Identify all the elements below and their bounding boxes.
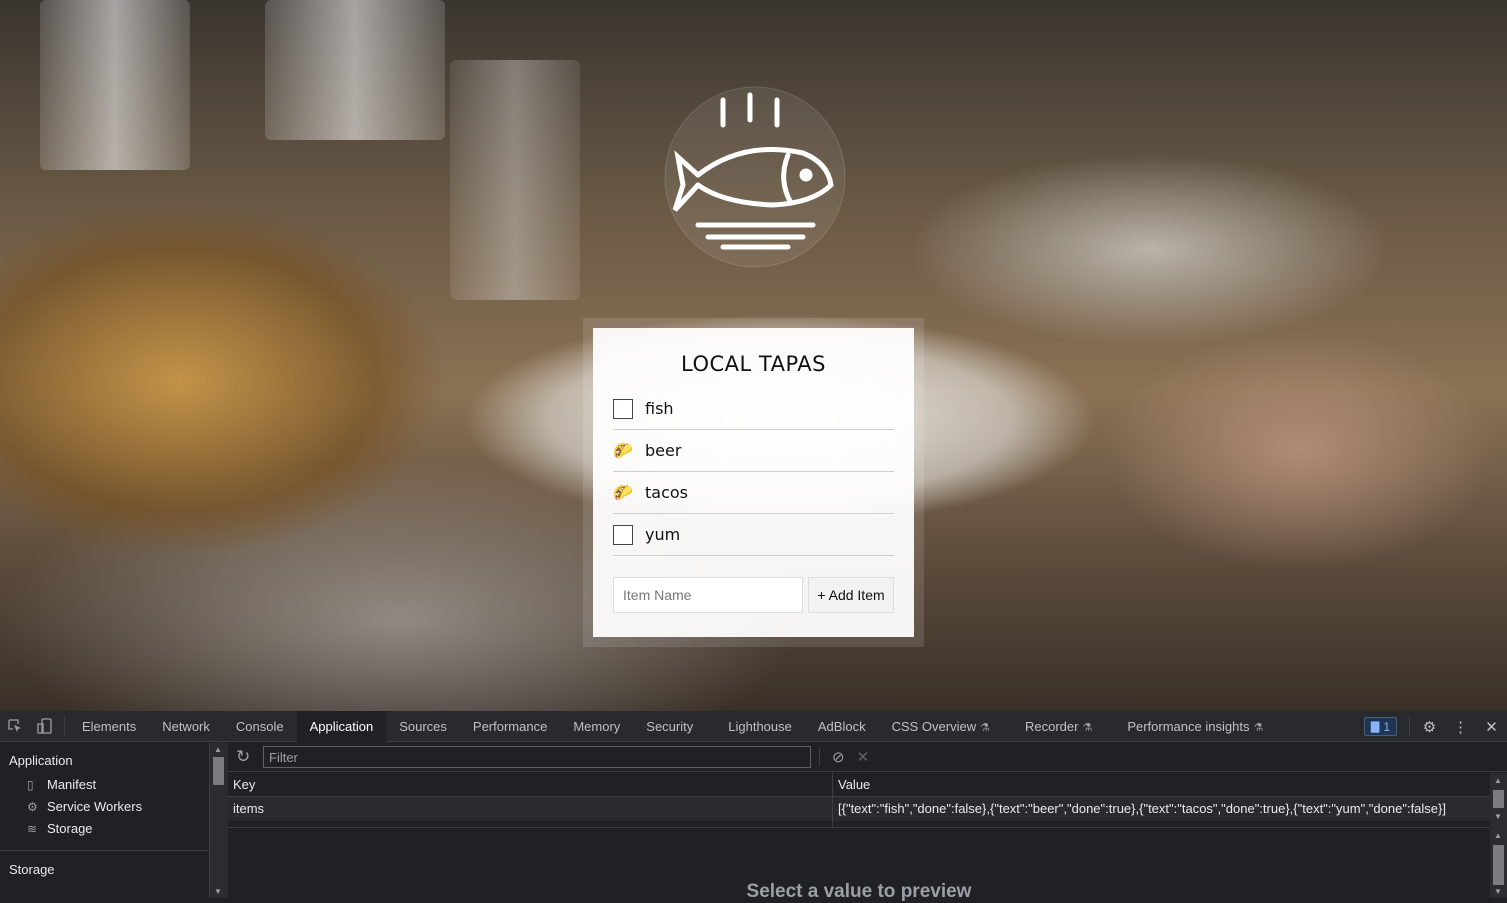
item-label: tacos [645,483,688,502]
list-item[interactable]: yum [613,514,894,556]
table-scrollbar[interactable]: ▲ ▼ ▲ ▼ [1490,773,1507,898]
column-header-value[interactable]: Value [833,773,1490,796]
checkbox-unchecked-icon[interactable] [613,524,633,545]
tab-separator [64,717,65,735]
checkbox-unchecked-icon[interactable] [613,398,633,419]
plates-list: fish 🌮 beer 🌮 tacos yum [613,388,894,556]
sidebar-item-label: Service Workers [47,799,143,814]
table-filler [228,821,1490,828]
settings-gear-icon[interactable]: ⚙ [1414,718,1445,736]
list-item[interactable]: fish [613,388,894,430]
filler-cell [228,821,833,827]
sidebar-heading-application[interactable]: Application [0,748,209,774]
issues-badge[interactable]: ▇ 1 [1363,717,1397,736]
cell-value[interactable]: [{"text":"fish","done":false},{"text":"b… [833,797,1490,821]
clear-all-icon[interactable]: ⊘ [832,748,845,766]
sidebar-scrollbar[interactable]: ▲ ▼ [210,743,228,898]
wine-glass-left [40,0,190,170]
filter-input[interactable] [263,746,811,768]
app-title: LOCAL TAPAS [681,352,826,376]
list-item[interactable]: 🌮 tacos [613,472,894,514]
tab-label: CSS Overview [891,718,977,734]
delete-selected-icon[interactable]: ✕ [857,748,870,766]
sidebar-divider [0,850,209,851]
sidebar-item-storage[interactable]: ≋ Storage [0,818,209,840]
scroll-down-arrow-icon[interactable]: ▼ [1494,812,1502,821]
experiment-flask-icon: ⚗ [1253,721,1264,734]
tab-memory[interactable]: Memory [560,711,633,742]
experiment-flask-icon: ⚗ [1082,721,1093,734]
item-label: fish [645,399,674,418]
sidebar-heading-storage[interactable]: Storage [0,859,209,881]
devtools-panel: Elements Network Console Application Sou… [0,710,1507,902]
column-header-key[interactable]: Key [228,773,833,796]
taco-checked-icon[interactable]: 🌮 [613,441,633,461]
devtools-tabbar: Elements Network Console Application Sou… [0,710,1507,742]
water-glass [450,60,580,300]
tab-performance[interactable]: Performance [460,711,560,742]
tab-elements[interactable]: Elements [69,711,149,742]
tapas-card: LOCAL TAPAS fish 🌮 beer 🌮 tacos yum + Ad… [593,328,914,637]
local-storage-view: ↻ ⊘ ✕ Key Value items [{"text":"fish","d… [228,743,1507,902]
add-item-form: + Add Item [613,577,894,613]
device-toolbar-icon[interactable] [30,711,60,742]
wine-glass-center [265,0,445,140]
sidebar-item-label: Storage [47,821,93,836]
item-name-input[interactable] [613,577,803,613]
tab-separator [1409,717,1410,736]
tab-network[interactable]: Network [149,711,223,742]
application-panel: Application ▯ Manifest ⚙ Service Workers… [0,743,1507,902]
issues-count: 1 [1383,719,1390,734]
message-icon: ▇ [1370,721,1380,733]
more-options-icon[interactable]: ⋮ [1445,718,1476,736]
add-item-button[interactable]: + Add Item [808,577,894,613]
page-viewport: LOCAL TAPAS fish 🌮 beer 🌮 tacos yum + Ad… [0,0,1507,711]
gear-icon: ⚙ [27,800,38,814]
tab-security[interactable]: Security [633,711,715,742]
item-label: yum [645,525,681,544]
tab-label: Performance insights [1127,718,1250,734]
experiment-flask-icon: ⚗ [980,721,990,734]
storage-table: Key Value items [{"text":"fish","done":f… [228,773,1490,828]
tab-lighthouse[interactable]: Lighthouse [715,711,805,742]
file-icon: ▯ [27,778,34,792]
scroll-down-arrow-icon[interactable]: ▼ [1494,887,1502,896]
scroll-down-arrow-icon[interactable]: ▼ [214,887,222,896]
tab-adblock[interactable]: AdBlock [805,711,879,742]
table-row[interactable]: items [{"text":"fish","done":false},{"te… [228,797,1490,821]
refresh-icon[interactable]: ↻ [236,747,258,767]
scroll-up-arrow-icon[interactable]: ▲ [1494,831,1502,840]
application-sidebar: Application ▯ Manifest ⚙ Service Workers… [0,743,210,898]
sidebar-item-label: Manifest [47,777,97,792]
close-devtools-icon[interactable]: ✕ [1476,718,1507,736]
tab-recorder[interactable]: Recorder ⚗ [1012,711,1114,742]
devtools-right-controls: ▇ 1 ⚙ ⋮ ✕ [1363,711,1507,742]
tab-console[interactable]: Console [223,711,297,742]
tab-performance-insights[interactable]: Performance insights ⚗ [1114,711,1276,742]
cell-key[interactable]: items [228,797,833,821]
tab-label: Recorder [1024,718,1079,734]
sidebar-item-service-workers[interactable]: ⚙ Service Workers [0,796,209,818]
scroll-up-arrow-icon[interactable]: ▲ [214,745,222,754]
fish-logo-icon [663,85,848,270]
scrollbar-thumb[interactable] [1493,790,1504,808]
preview-placeholder: Select a value to preview [746,881,972,902]
tab-application[interactable]: Application [296,710,387,742]
scrollbar-thumb[interactable] [213,757,224,785]
database-icon: ≋ [27,822,38,836]
toolbar-separator [819,748,820,766]
filler-cell [833,821,1490,827]
sidebar-item-manifest[interactable]: ▯ Manifest [0,774,209,796]
list-item[interactable]: 🌮 beer [613,430,894,472]
item-label: beer [645,441,682,460]
table-header: Key Value [228,773,1490,797]
scrollbar-thumb[interactable] [1493,845,1504,885]
scroll-up-arrow-icon[interactable]: ▲ [1494,776,1502,785]
tab-css-overview[interactable]: CSS Overview ⚗ [879,711,1012,742]
storage-toolbar: ↻ ⊘ ✕ [228,743,1507,772]
inspect-element-icon[interactable] [0,711,30,742]
taco-checked-icon[interactable]: 🌮 [613,483,633,503]
tab-sources[interactable]: Sources [386,711,460,742]
